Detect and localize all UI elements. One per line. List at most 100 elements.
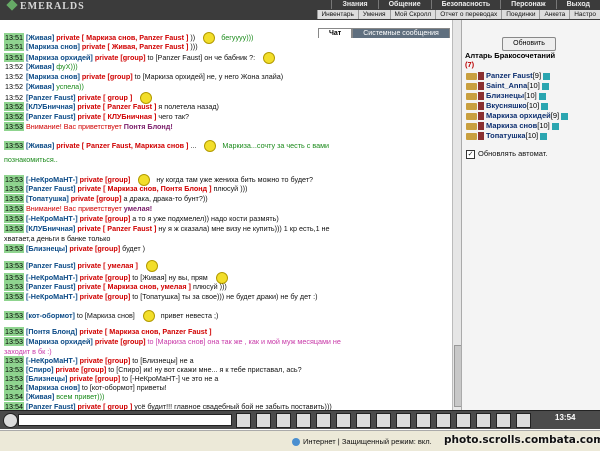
private-recipients[interactable]: private [group] bbox=[80, 356, 131, 365]
menu-security[interactable]: Безопасность bbox=[431, 0, 501, 9]
message-time[interactable]: 13:52 bbox=[4, 72, 24, 81]
message-sender[interactable]: [КЛУБничная] bbox=[26, 224, 75, 233]
message-time[interactable]: 13:52 bbox=[4, 82, 24, 91]
private-message-icon[interactable] bbox=[466, 133, 477, 140]
message-time[interactable]: 13:53 bbox=[4, 327, 24, 336]
message-time[interactable]: 13:53 bbox=[4, 204, 24, 213]
message-time[interactable]: 13:51 bbox=[4, 42, 24, 51]
user-list-item[interactable]: Топатушка[10] bbox=[466, 131, 547, 141]
message-sender[interactable]: [-НеКроМаНТ-] bbox=[26, 356, 78, 365]
private-recipients[interactable]: private [group] bbox=[80, 214, 131, 223]
message-sender[interactable]: [-НеКроМаНТ-] bbox=[26, 292, 78, 301]
private-recipients[interactable]: private [ КЛУБничная ] bbox=[78, 112, 157, 121]
menu-exit[interactable]: Выход bbox=[556, 0, 600, 9]
message-time[interactable]: 13:51 bbox=[4, 53, 24, 62]
auto-refresh[interactable]: ✓Обновлять автомат. bbox=[466, 149, 547, 159]
menu-character[interactable]: Персонаж bbox=[500, 0, 555, 9]
message-time[interactable]: 13:53 bbox=[4, 194, 24, 203]
message-sender[interactable]: [Маркиза орхидей] bbox=[26, 337, 93, 346]
user-name[interactable]: Маркиза снов bbox=[486, 121, 537, 130]
private-recipients[interactable]: private [ Маркиза снов, умелая ] bbox=[78, 282, 191, 291]
private-message-icon[interactable] bbox=[466, 73, 477, 80]
private-message-icon[interactable] bbox=[466, 113, 477, 120]
private-recipients[interactable]: private [ Маркиза снов, Panzer Faust ] bbox=[56, 33, 188, 42]
tab-chat[interactable]: Чат bbox=[318, 28, 352, 38]
message-time[interactable]: 13:53 bbox=[4, 356, 24, 365]
tool-button-2[interactable] bbox=[276, 413, 291, 428]
private-recipients[interactable]: private [ Живая, Panzer Faust ] bbox=[82, 42, 189, 51]
private-recipients[interactable]: private [ Panzer Faust, Маркиза снов ] bbox=[56, 141, 188, 150]
message-sender[interactable]: [кот-обормот] bbox=[26, 311, 75, 320]
message-sender[interactable]: [Спиро] bbox=[26, 365, 54, 374]
submenu-settings[interactable]: Настро bbox=[569, 10, 600, 19]
message-sender[interactable]: [Живая] bbox=[26, 62, 54, 71]
private-recipients[interactable]: private [group] bbox=[80, 273, 131, 282]
message-sender[interactable]: [Маркиза снов] bbox=[26, 42, 80, 51]
private-recipients[interactable]: private [ умелая ] bbox=[78, 261, 138, 270]
private-recipients[interactable]: private [ Panzer Faust ] bbox=[77, 224, 156, 233]
message-sender[interactable]: [-НеКроМаНТ-] bbox=[26, 273, 78, 282]
message-sender[interactable]: [Близнецы] bbox=[26, 374, 67, 383]
user-info-icon[interactable] bbox=[541, 103, 548, 110]
message-sender[interactable]: [Понтя Блонд] bbox=[26, 327, 77, 336]
private-recipients[interactable]: private [group] bbox=[95, 53, 146, 62]
tab-system-messages[interactable]: Системные сообщения bbox=[352, 28, 450, 38]
tool-button-5[interactable] bbox=[336, 413, 351, 428]
tool-button-11[interactable] bbox=[456, 413, 471, 428]
message-time[interactable]: 13:53 bbox=[4, 141, 24, 150]
submenu-transfers[interactable]: Отчет о переводах bbox=[435, 10, 501, 19]
private-recipients[interactable]: private [ group ] bbox=[78, 402, 133, 410]
user-info-icon[interactable] bbox=[543, 73, 550, 80]
message-sender[interactable]: [Маркиза снов] bbox=[26, 383, 80, 392]
user-info-icon[interactable] bbox=[561, 113, 568, 120]
message-sender[interactable]: [Маркиза снов] bbox=[26, 72, 80, 81]
submenu-skills[interactable]: Умения bbox=[358, 10, 390, 19]
user-list-item[interactable]: Близнецы[10] bbox=[466, 91, 546, 101]
user-list-item[interactable]: Маркиза орхидей[9] bbox=[466, 111, 568, 121]
user-info-icon[interactable] bbox=[552, 123, 559, 130]
message-time[interactable]: 13:53 bbox=[4, 273, 24, 282]
smiley-button[interactable] bbox=[3, 413, 18, 428]
private-recipients[interactable]: private [group] bbox=[69, 244, 120, 253]
message-time[interactable]: 13:54 bbox=[4, 392, 24, 401]
message-time[interactable]: 13:53 bbox=[4, 184, 24, 193]
tool-button-12[interactable] bbox=[476, 413, 491, 428]
private-message-icon[interactable] bbox=[466, 83, 477, 90]
private-recipients[interactable]: private [group] bbox=[80, 292, 131, 301]
message-time[interactable]: 13:53 bbox=[4, 224, 24, 233]
tool-button-10[interactable] bbox=[436, 413, 451, 428]
message-time[interactable]: 13:53 bbox=[4, 292, 24, 301]
tool-button-8[interactable] bbox=[396, 413, 411, 428]
private-recipients[interactable]: private [ group ] bbox=[78, 93, 133, 102]
refresh-button[interactable]: Обновить bbox=[502, 37, 556, 51]
user-info-icon[interactable] bbox=[539, 93, 546, 100]
message-time[interactable]: 13:53 bbox=[4, 282, 24, 291]
message-sender[interactable]: [Panzer Faust] bbox=[26, 261, 76, 270]
message-time[interactable]: 13:52 bbox=[4, 62, 24, 71]
message-sender[interactable]: [Живая] bbox=[26, 392, 54, 401]
user-list-item[interactable]: Saint_Anna[10] bbox=[466, 81, 549, 91]
chat-input[interactable] bbox=[18, 414, 232, 426]
message-time[interactable]: 13:53 bbox=[4, 214, 24, 223]
message-time[interactable]: 13:53 bbox=[4, 365, 24, 374]
private-recipients[interactable]: private [group] bbox=[56, 365, 107, 374]
submenu-inventory[interactable]: Инвентарь bbox=[317, 10, 358, 19]
user-info-icon[interactable] bbox=[540, 133, 547, 140]
message-time[interactable]: 13:53 bbox=[4, 244, 24, 253]
submenu-duels[interactable]: Поединки bbox=[501, 10, 539, 19]
message-time[interactable]: 13:52 bbox=[4, 102, 24, 111]
menu-knowledge[interactable]: Знания bbox=[331, 0, 377, 9]
user-name[interactable]: Топатушка bbox=[486, 131, 526, 140]
private-recipients[interactable]: private [ Panzer Faust ] bbox=[77, 102, 156, 111]
message-sender[interactable]: [Panzer Faust] bbox=[26, 184, 76, 193]
message-sender[interactable]: [Panzer Faust] bbox=[26, 282, 76, 291]
user-name[interactable]: Saint_Anna bbox=[486, 81, 527, 90]
message-sender[interactable]: [Живая] bbox=[26, 33, 54, 42]
message-sender[interactable]: [Живая] bbox=[26, 141, 54, 150]
message-sender[interactable]: [Топатушка] bbox=[26, 194, 69, 203]
tool-button-1[interactable] bbox=[256, 413, 271, 428]
tool-button-14[interactable] bbox=[516, 413, 531, 428]
message-time[interactable]: 13:52 bbox=[4, 112, 24, 121]
user-name[interactable]: Маркиза орхидей bbox=[486, 111, 551, 120]
message-sender[interactable]: [-НеКроМаНТ-] bbox=[26, 214, 78, 223]
